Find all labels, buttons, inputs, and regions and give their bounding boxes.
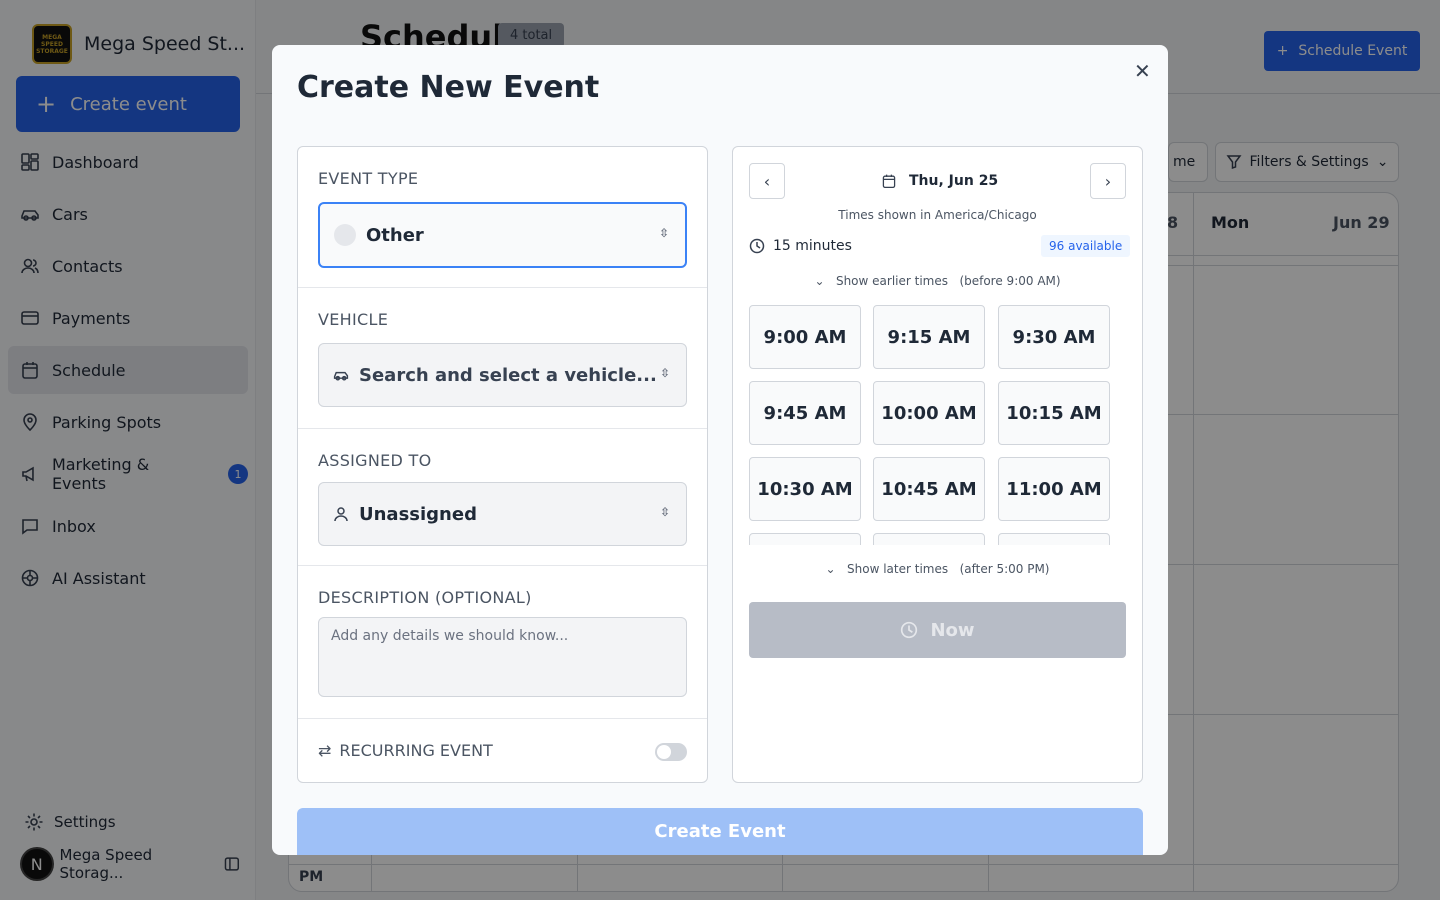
later-hint: (after 5:00 PM)	[959, 562, 1050, 576]
car-icon	[333, 371, 349, 381]
event-type-select[interactable]: Other ⇳	[318, 202, 687, 268]
vehicle-placeholder: Search and select a vehicle...	[359, 364, 657, 386]
assigned-value: Unassigned	[359, 503, 477, 525]
chevron-down-icon: ⌄	[825, 562, 836, 576]
chevron-updown-icon: ⇳	[659, 505, 670, 519]
time-slot[interactable]	[998, 533, 1110, 545]
time-picker-panel: ‹ › Thu, Jun 25 Times shown in America/C…	[732, 146, 1143, 783]
time-slot[interactable]: 10:30 AM	[749, 457, 861, 521]
create-event-submit-button[interactable]: Create Event	[297, 808, 1143, 855]
time-slot[interactable]	[749, 533, 861, 545]
later-label: Show later times	[847, 562, 949, 576]
chevron-down-icon: ⌄	[814, 274, 825, 288]
clock-icon	[901, 621, 918, 639]
earlier-label: Show earlier times	[835, 274, 948, 288]
assigned-label: ASSIGNED TO	[318, 451, 432, 470]
description-label: DESCRIPTION (OPTIONAL)	[318, 588, 532, 607]
modal-title: Create New Event	[297, 70, 600, 105]
vehicle-select[interactable]: Search and select a vehicle... ⇳	[318, 343, 687, 407]
recurring-label-group: ⇄ RECURRING EVENT	[318, 741, 493, 760]
time-slot[interactable]: 11:00 AM	[998, 457, 1110, 521]
time-slot[interactable]: 10:00 AM	[873, 381, 985, 445]
time-slot[interactable]: 10:45 AM	[873, 457, 985, 521]
time-slot[interactable]	[873, 533, 985, 545]
time-slot-grid: 9:00 AM 9:15 AM 9:30 AM 9:45 AM 10:00 AM…	[749, 305, 1129, 545]
event-type-label: EVENT TYPE	[318, 169, 419, 188]
chevron-right-icon: ›	[1104, 171, 1112, 191]
assigned-select[interactable]: Unassigned ⇳	[318, 482, 687, 546]
duration-text: 15 minutes	[773, 238, 852, 254]
now-label: Now	[930, 619, 975, 641]
time-slot[interactable]: 9:00 AM	[749, 305, 861, 369]
user-icon	[334, 507, 348, 522]
description-textarea[interactable]: Add any details we should know...	[318, 617, 687, 697]
repeat-icon: ⇄	[318, 741, 332, 760]
earlier-hint: (before 9:00 AM)	[959, 274, 1061, 288]
close-icon[interactable]: ✕	[1134, 59, 1151, 83]
chevron-left-icon: ‹	[763, 171, 771, 191]
event-details-panel: EVENT TYPE Other ⇳ VEHICLE Search and se…	[297, 146, 708, 783]
chevron-updown-icon: ⇳	[659, 366, 670, 380]
vehicle-label: VEHICLE	[318, 310, 389, 329]
time-slot[interactable]: 9:15 AM	[873, 305, 985, 369]
duration[interactable]: 15 minutes	[749, 238, 852, 254]
next-day-button[interactable]: ›	[1090, 163, 1126, 199]
time-slot[interactable]: 10:15 AM	[998, 381, 1110, 445]
available-badge: 96 available	[1041, 235, 1131, 257]
vehicle-section: VEHICLE Search and select a vehicle... ⇳	[298, 288, 707, 429]
event-type-icon	[334, 224, 356, 246]
now-button[interactable]: Now	[749, 602, 1126, 658]
create-event-modal: Create New Event ✕ EVENT TYPE Other ⇳ VE…	[272, 45, 1168, 855]
time-slot[interactable]: 9:30 AM	[998, 305, 1110, 369]
chevron-updown-icon: ⇳	[658, 226, 669, 240]
assigned-section: ASSIGNED TO Unassigned ⇳	[298, 429, 707, 566]
selected-date[interactable]: Thu, Jun 25	[881, 173, 998, 189]
date-text: Thu, Jun 25	[909, 173, 999, 189]
calendar-icon	[882, 174, 896, 189]
recurring-label: RECURRING EVENT	[339, 741, 493, 760]
show-later-button[interactable]: ⌄ Show later times (after 5:00 PM)	[733, 562, 1142, 576]
show-earlier-button[interactable]: ⌄ Show earlier times (before 9:00 AM)	[733, 274, 1142, 288]
timezone-note: Times shown in America/Chicago	[838, 208, 1037, 222]
recurring-toggle[interactable]	[655, 743, 687, 761]
time-slot[interactable]: 9:45 AM	[749, 381, 861, 445]
event-type-section: EVENT TYPE Other ⇳	[298, 147, 707, 288]
previous-day-button[interactable]: ‹	[749, 163, 785, 199]
clock-icon	[749, 238, 765, 254]
event-type-value: Other	[366, 224, 424, 246]
